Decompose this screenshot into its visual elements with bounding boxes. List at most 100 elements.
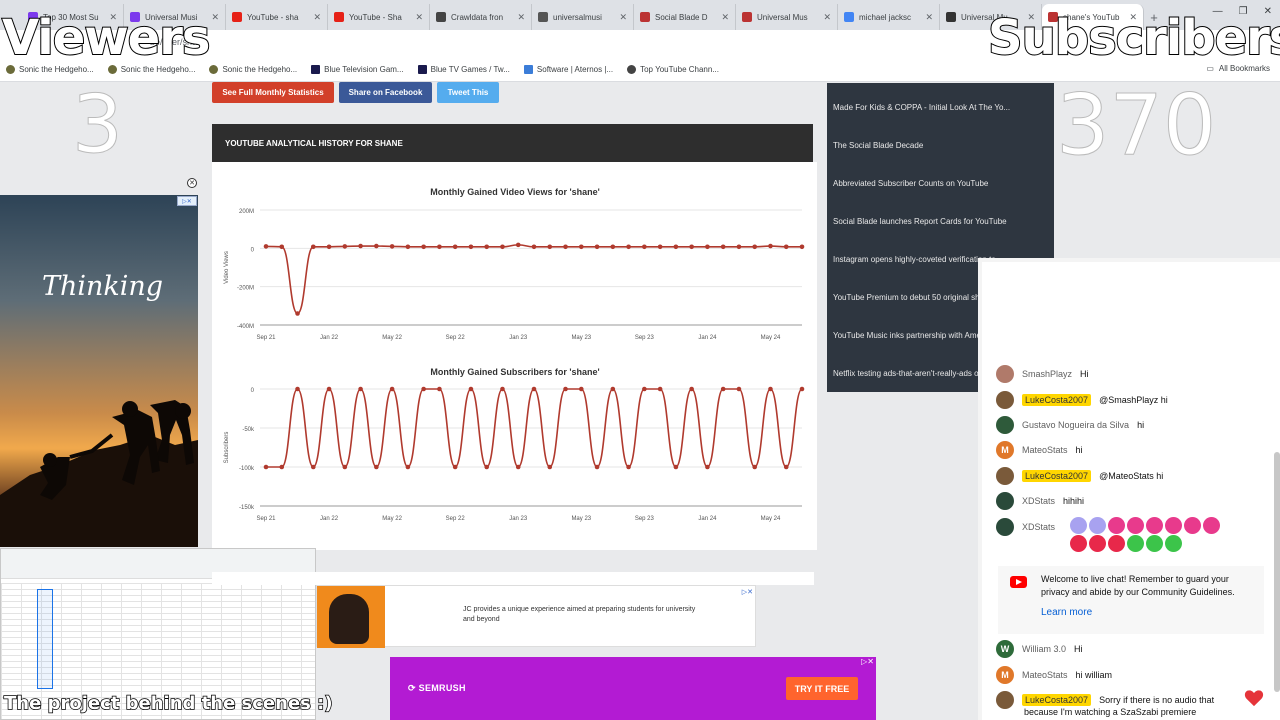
- stream-caption: The project behind the scenes :): [3, 692, 333, 715]
- data-point: [594, 464, 600, 470]
- chat-message: M MateoStats hi: [996, 441, 1083, 459]
- heart-icon[interactable]: [1244, 689, 1264, 707]
- bookmark-item[interactable]: Sonic the Hedgeho...: [107, 65, 195, 74]
- browser-tab[interactable]: YouTube - sha ✕: [226, 4, 328, 30]
- news-link[interactable]: Instagram opens highly-coveted verificat…: [833, 255, 1002, 264]
- middle-ad-banner[interactable]: JC provides a unique experience aimed at…: [316, 585, 756, 648]
- browser-tab[interactable]: Social Blade D ✕: [634, 4, 736, 30]
- ad-close-icon[interactable]: ▷✕: [861, 657, 874, 666]
- tweet-button[interactable]: Tweet This: [437, 82, 499, 103]
- left-ad-banner[interactable]: Thinking: [0, 195, 198, 547]
- chat-author[interactable]: MateoStats: [1022, 445, 1068, 455]
- y-tick-label: 200M: [239, 209, 254, 215]
- chat-author[interactable]: MateoStats: [1022, 670, 1068, 680]
- bookmark-item[interactable]: Blue TV Games / Tw...: [417, 65, 510, 74]
- data-point: [610, 244, 616, 250]
- avatar[interactable]: [996, 416, 1014, 434]
- x-tick-label: May 24: [761, 335, 781, 341]
- bookmark-item[interactable]: Sonic the Hedgeho...: [6, 65, 94, 74]
- chat-author[interactable]: LukeCosta2007: [1022, 694, 1092, 706]
- tab-close-icon[interactable]: ✕: [313, 12, 321, 23]
- news-link[interactable]: Abbreviated Subscriber Counts on YouTube: [833, 179, 988, 188]
- avatar[interactable]: M: [996, 666, 1014, 684]
- share-facebook-button[interactable]: Share on Facebook: [339, 82, 432, 103]
- ad-close-icon[interactable]: ✕: [187, 178, 197, 188]
- section-header: YOUTUBE ANALYTICAL HISTORY FOR SHANE: [212, 124, 813, 162]
- bookmark-label: Sonic the Hedgeho...: [222, 65, 298, 74]
- subscribers-count: 370: [1055, 76, 1217, 175]
- avatar[interactable]: [996, 365, 1014, 383]
- chat-author[interactable]: SmashPlayz: [1022, 369, 1072, 379]
- ad-photo: [317, 586, 385, 648]
- data-point: [626, 244, 631, 250]
- avatar[interactable]: [996, 467, 1014, 485]
- avatar[interactable]: [996, 492, 1014, 510]
- news-link[interactable]: The Social Blade Decade: [833, 141, 923, 150]
- data-point: [374, 464, 379, 470]
- chat-author[interactable]: William 3.0: [1022, 644, 1066, 654]
- news-link[interactable]: Made For Kids & COPPA - Initial Look At …: [833, 103, 1010, 112]
- data-point: [720, 244, 726, 250]
- avatar[interactable]: W: [996, 640, 1014, 658]
- data-point: [389, 244, 395, 249]
- data-point: [563, 244, 568, 250]
- tab-close-icon[interactable]: ✕: [415, 12, 423, 23]
- data-point: [389, 386, 395, 392]
- browser-tab[interactable]: Crawldata fron ✕: [430, 4, 532, 30]
- adchoices-icon[interactable]: ▷✕: [742, 588, 753, 596]
- tab-close-icon[interactable]: ✕: [823, 12, 831, 23]
- avatar[interactable]: [996, 691, 1014, 709]
- x-tick-label: Jan 22: [320, 335, 339, 341]
- data-point: [768, 386, 773, 392]
- chat-author[interactable]: XDStats: [1022, 496, 1055, 506]
- bookmark-item[interactable]: Software | Aternos |...: [523, 65, 613, 74]
- bookmark-item[interactable]: Sonic the Hedgeho...: [209, 65, 297, 74]
- chat-scrollbar[interactable]: [1274, 452, 1280, 692]
- bookmark-item[interactable]: Blue Television Gam...: [311, 65, 404, 74]
- x-tick-label: Jan 24: [698, 335, 717, 341]
- chat-message: W William 3.0 Hi: [996, 640, 1083, 658]
- globe-icon: [627, 65, 637, 74]
- avatar[interactable]: M: [996, 441, 1014, 459]
- tab-close-icon[interactable]: ✕: [211, 12, 219, 23]
- tab-close-icon[interactable]: ✕: [721, 12, 729, 23]
- bookmark-item[interactable]: Top YouTube Chann...: [627, 65, 719, 74]
- browser-tab[interactable]: Universal Mus ✕: [736, 4, 838, 30]
- chat-author[interactable]: LukeCosta2007: [1022, 394, 1092, 406]
- adchoices-icon[interactable]: ▷✕: [177, 196, 197, 206]
- learn-more-link[interactable]: Learn more: [1041, 607, 1092, 618]
- avatar[interactable]: [996, 518, 1014, 536]
- series-line: [265, 244, 802, 315]
- browser-tab[interactable]: universalmusi ✕: [532, 4, 634, 30]
- browser-tab[interactable]: YouTube - Sha ✕: [328, 4, 430, 30]
- data-point: [783, 244, 789, 250]
- bookmark-label: Blue Television Gam...: [324, 65, 404, 74]
- chart-title: Monthly Gained Subscribers for 'shane': [430, 367, 599, 377]
- chat-author[interactable]: Gustavo Nogueira da Silva: [1022, 420, 1129, 430]
- emoji-icon: [1127, 535, 1144, 553]
- data-point: [326, 386, 332, 392]
- chat-message: XDStats hihihi: [996, 492, 1084, 510]
- try-it-free-button[interactable]: TRY IT FREE: [786, 677, 858, 700]
- see-monthly-statistics-button[interactable]: See Full Monthly Statistics: [212, 82, 334, 103]
- emoji-icon: [1184, 517, 1201, 535]
- chat-author[interactable]: LukeCosta2007: [1022, 470, 1092, 482]
- chat-author[interactable]: XDStats: [1022, 522, 1055, 532]
- tab-close-icon[interactable]: ✕: [925, 12, 933, 23]
- news-link[interactable]: Social Blade launches Report Cards for Y…: [833, 217, 1007, 226]
- bookmark-label: Blue TV Games / Tw...: [430, 65, 510, 74]
- chart-title: Monthly Gained Video Views for 'shane': [430, 187, 599, 197]
- data-point: [405, 244, 411, 250]
- data-point: [279, 464, 285, 470]
- avatar[interactable]: [996, 391, 1014, 409]
- browser-tab[interactable]: michael jacksc ✕: [838, 4, 940, 30]
- emoji-icon: [1089, 517, 1106, 535]
- y-tick-label: 0: [251, 247, 255, 253]
- tab-close-icon[interactable]: ✕: [517, 12, 525, 23]
- news-link[interactable]: Netflix testing ads-that-aren't-really-a…: [833, 369, 992, 378]
- tab-favicon-icon: [232, 12, 242, 22]
- data-point: [452, 464, 458, 470]
- tab-close-icon[interactable]: ✕: [619, 12, 627, 23]
- data-point: [500, 244, 505, 250]
- semrush-ad-banner[interactable]: ⟳ SEMRUSH TRY IT FREE ▷✕: [390, 657, 876, 720]
